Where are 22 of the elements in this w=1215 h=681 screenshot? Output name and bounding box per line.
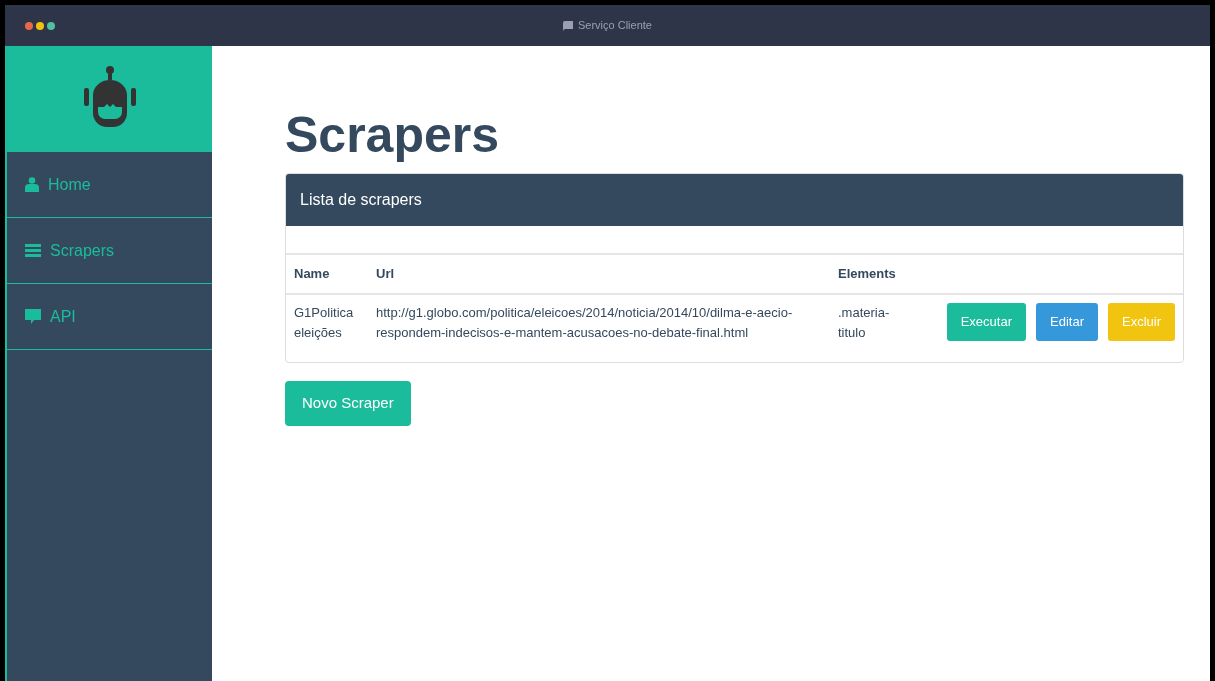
person-icon [25, 177, 39, 192]
page-title: Scrapers [285, 108, 501, 163]
run-button[interactable]: Executar [946, 302, 1026, 342]
delete-button[interactable]: Excluir [1108, 302, 1175, 342]
edit-button[interactable]: Editar [1036, 302, 1098, 342]
window-title: Serviço Cliente [578, 18, 652, 34]
column-header: Url [368, 254, 830, 294]
sidebar-item[interactable]: Scrapers [7, 218, 212, 284]
column-header: Elements [830, 254, 906, 294]
sidebar-item[interactable]: API [7, 284, 212, 350]
table-cell: http://g1.globo.com/politica/eleicoes/2014/noticia/2014/10/dilma-e-aecio-respondem-indecisos-e-mantem-acusacoes-no-debate-final.html [376, 304, 793, 341]
close-dot[interactable] [25, 21, 33, 30]
maximize-dot[interactable] [47, 21, 55, 30]
new-scraper-button[interactable]: Novo Scraper [285, 381, 411, 426]
sidebar-item[interactable]: Home [7, 152, 212, 218]
panel-title: Lista de scrapers [286, 174, 1183, 226]
minimize-dot[interactable] [36, 21, 44, 30]
menu-icon [25, 244, 41, 257]
column-header: Name [286, 254, 368, 294]
table-cell: G1Politica eleições [294, 304, 354, 341]
speech-bubble-icon [25, 308, 41, 325]
table-cell: .materia-titulo [838, 304, 890, 341]
